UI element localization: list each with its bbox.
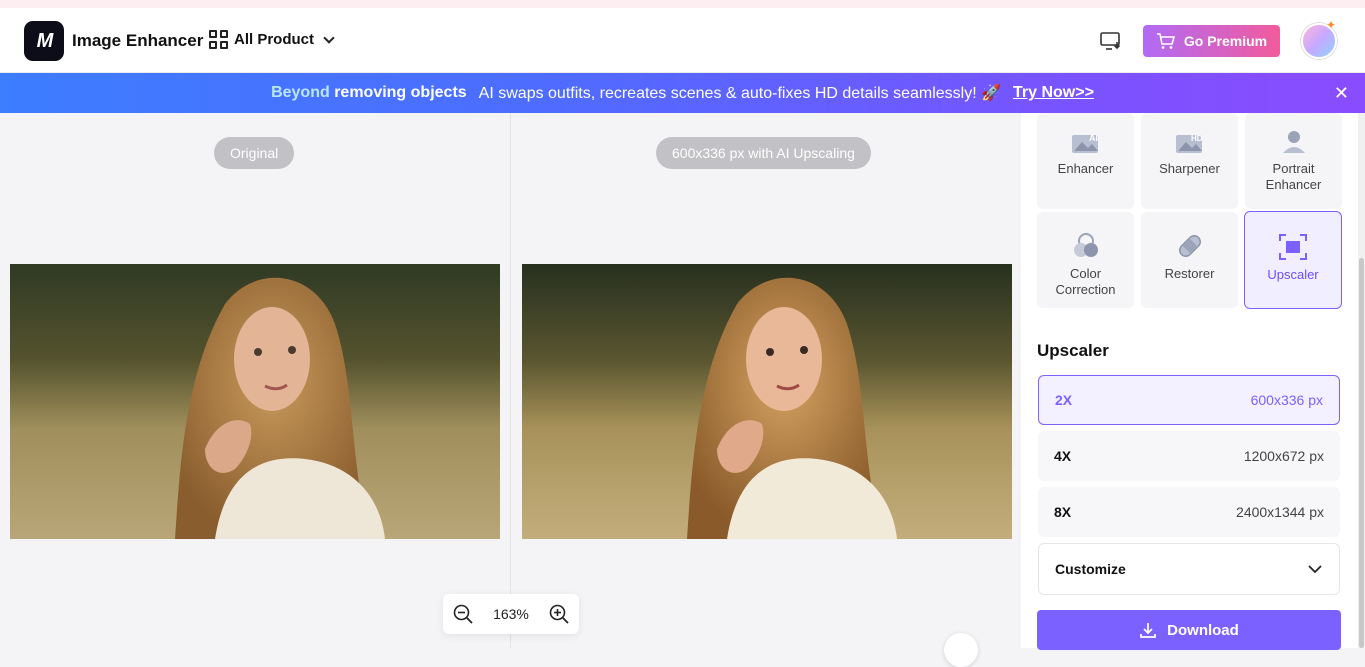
scale-size: 600x336 px	[1251, 392, 1323, 408]
scale-value: 4X	[1054, 448, 1071, 464]
original-label: Original	[214, 137, 294, 169]
scale-option-2x[interactable]: 2X 600x336 px	[1038, 375, 1340, 425]
scale-value: 8X	[1054, 504, 1071, 520]
banner-headline-part2: removing objects	[334, 84, 466, 101]
scale-option-4x[interactable]: 4X 1200x672 px	[1038, 431, 1340, 481]
chevron-down-icon	[323, 32, 334, 43]
go-premium-label: Go Premium	[1184, 33, 1267, 49]
svg-text:HD: HD	[1191, 134, 1203, 143]
all-product-menu[interactable]: All Product	[209, 30, 333, 49]
original-view: Original	[0, 113, 510, 648]
promo-banner: Beyond removing objects AI swaps outfits…	[0, 73, 1365, 113]
try-now-link[interactable]: Try Now>>	[1013, 84, 1094, 102]
sparkle-icon: ✦	[1326, 18, 1336, 32]
upscaler-title: Upscaler	[1037, 341, 1109, 361]
app-logo[interactable]: M	[24, 21, 64, 61]
app-title: Image Enhancer	[72, 31, 203, 51]
portrait-icon	[1279, 129, 1309, 155]
tool-restorer[interactable]: Restorer	[1141, 212, 1238, 308]
go-premium-button[interactable]: Go Premium	[1143, 25, 1280, 57]
download-button[interactable]: Download	[1037, 610, 1341, 650]
upscaled-label: 600x336 px with AI Upscaling	[656, 137, 871, 169]
banner-headline-part1: Beyond	[271, 84, 330, 101]
tool-label: Restorer	[1165, 266, 1215, 282]
scale-size: 2400x1344 px	[1236, 504, 1324, 520]
tool-sharpener[interactable]: HD Sharpener	[1141, 113, 1238, 209]
tool-upscaler[interactable]: Upscaler	[1244, 211, 1342, 309]
all-product-label: All Product	[234, 31, 314, 48]
tool-label: Enhancer	[1058, 161, 1114, 177]
hd-image-icon: HD	[1175, 129, 1205, 155]
svg-text:AI: AI	[1089, 133, 1098, 143]
tool-label: Portrait Enhancer	[1264, 161, 1324, 193]
color-circles-icon	[1071, 232, 1101, 260]
apps-grid-icon	[209, 30, 228, 49]
chevron-down-icon	[1307, 564, 1323, 574]
tool-color-correction[interactable]: Color Correction	[1037, 212, 1134, 308]
scrollbar-thumb[interactable]	[1359, 258, 1364, 648]
customize-dropdown[interactable]: Customize	[1038, 543, 1340, 595]
tool-portrait-enhancer[interactable]: Portrait Enhancer	[1245, 113, 1342, 209]
tool-label: Sharpener	[1159, 161, 1220, 177]
tool-label: Upscaler	[1267, 267, 1318, 283]
upscaled-view: 600x336 px with AI Upscaling	[511, 113, 1021, 648]
upscale-icon	[1278, 233, 1308, 261]
download-icon	[1139, 621, 1157, 639]
zoom-controls: 163%	[443, 594, 579, 634]
scale-value: 2X	[1055, 392, 1072, 408]
banner-headline: Beyond removing objects	[271, 84, 467, 102]
top-strip	[0, 0, 1365, 8]
zoom-level: 163%	[493, 606, 529, 622]
header: M Image Enhancer All Product Go Premium …	[0, 8, 1365, 73]
ai-image-icon: AI	[1071, 129, 1101, 155]
original-image	[10, 264, 500, 539]
customize-label: Customize	[1055, 561, 1126, 577]
banner-message: AI swaps outfits, recreates scenes & aut…	[479, 83, 1001, 103]
zoom-in-icon[interactable]	[548, 603, 570, 625]
close-icon[interactable]: ✕	[1334, 85, 1349, 101]
scale-option-8x[interactable]: 8X 2400x1344 px	[1038, 487, 1340, 537]
bandage-icon	[1175, 232, 1205, 260]
cart-icon	[1156, 32, 1176, 50]
monitor-download-icon[interactable]	[1100, 32, 1122, 50]
chat-icon[interactable]	[944, 633, 978, 667]
scale-size: 1200x672 px	[1244, 448, 1324, 464]
tool-label: Color Correction	[1056, 266, 1116, 298]
zoom-out-icon[interactable]	[452, 603, 474, 625]
upscaled-image	[522, 264, 1012, 539]
download-label: Download	[1167, 622, 1239, 639]
tool-enhancer[interactable]: AI Enhancer	[1037, 113, 1134, 209]
